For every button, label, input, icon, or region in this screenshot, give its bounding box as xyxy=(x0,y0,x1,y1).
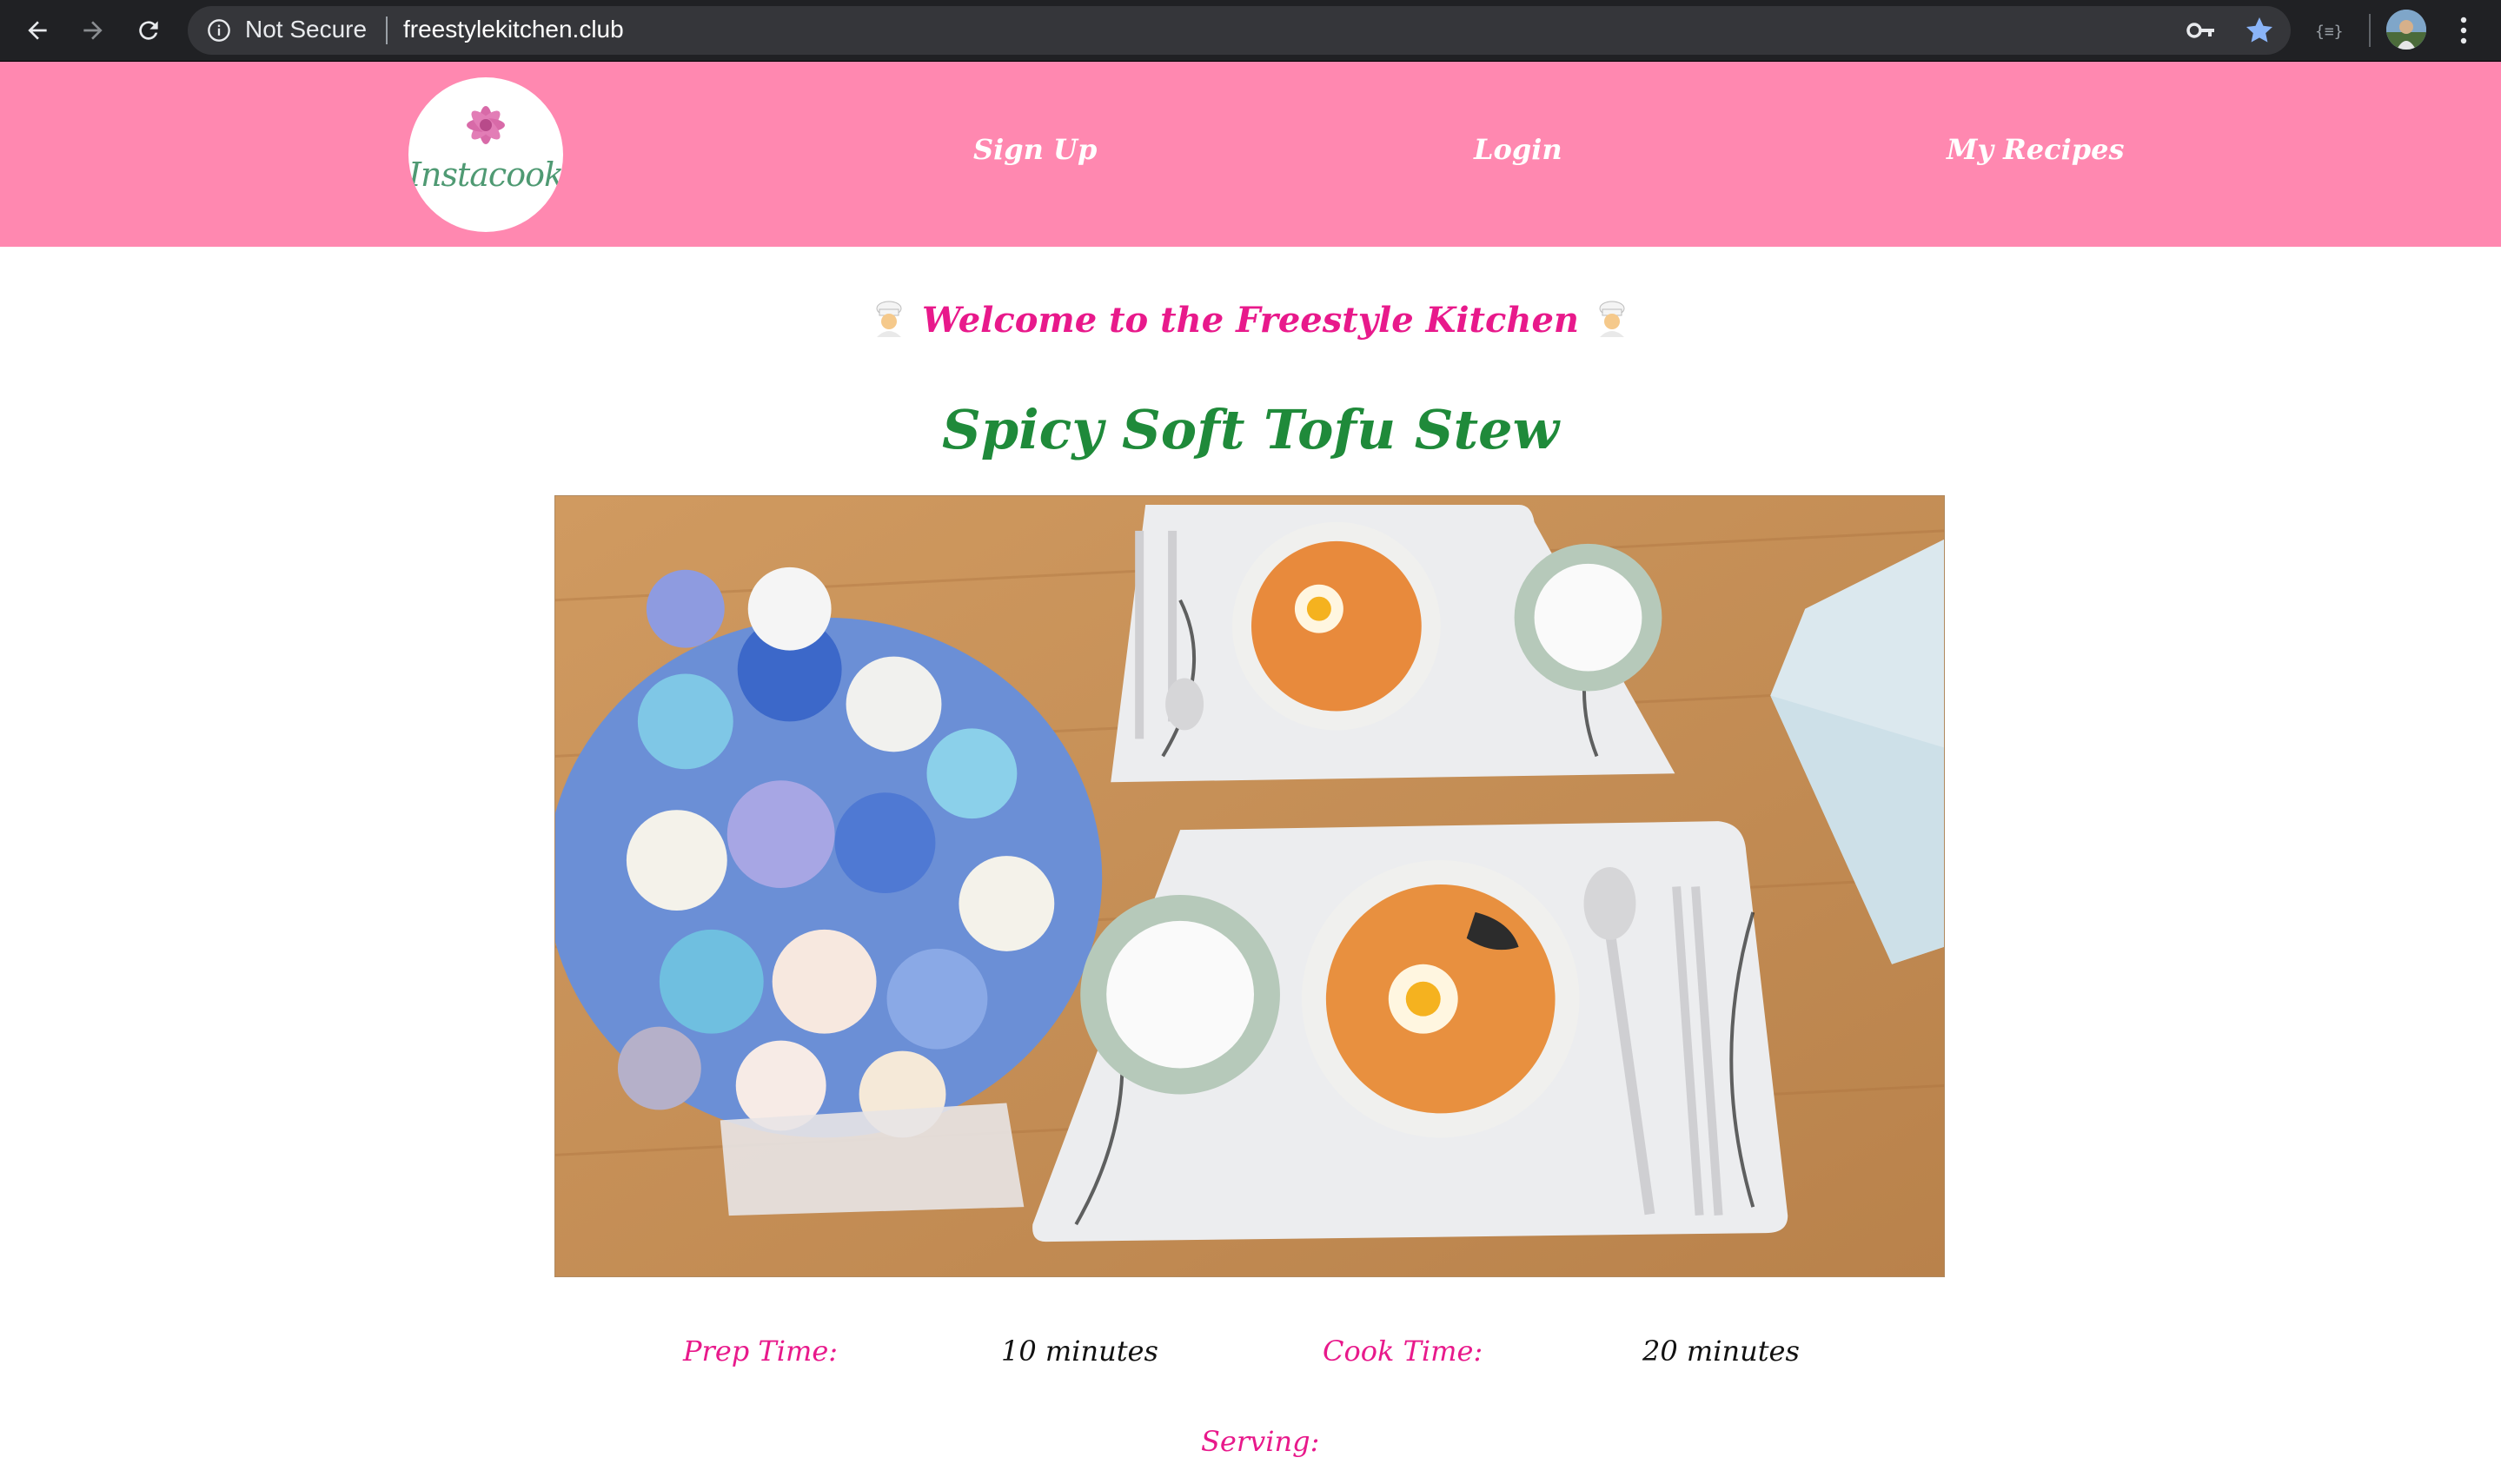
info-icon[interactable] xyxy=(207,18,231,43)
site-logo[interactable]: Instacook xyxy=(408,77,563,232)
reload-icon xyxy=(139,21,158,40)
url-text[interactable]: freestylekitchen.club xyxy=(403,16,624,43)
reload-button[interactable] xyxy=(129,10,169,50)
recipe-title: Spicy Soft Tofu Stew xyxy=(941,398,1559,461)
extension-icon[interactable]: {≡} xyxy=(2313,16,2348,45)
recipe-photo xyxy=(554,495,1945,1277)
forward-arrow-icon xyxy=(83,21,103,40)
security-status[interactable]: Not Secure xyxy=(245,16,367,43)
chef-icon xyxy=(1599,301,1625,337)
forward-button[interactable] xyxy=(73,10,113,50)
serving-label: Serving: xyxy=(1201,1425,1320,1458)
address-bar[interactable]: Not Secure freestylekitchen.club xyxy=(188,6,2291,55)
cook-time-label: Cook Time: xyxy=(1323,1335,1483,1368)
back-arrow-icon xyxy=(28,21,47,40)
nav-login[interactable]: Login xyxy=(1474,133,1562,166)
logo-text: Instacook xyxy=(408,156,563,194)
nav-sign-up[interactable]: Sign Up xyxy=(973,133,1097,166)
toolbar-divider xyxy=(2369,14,2371,47)
cook-time-value: 20 minutes xyxy=(1642,1335,1800,1368)
prep-time-value: 10 minutes xyxy=(1001,1335,1158,1368)
back-button[interactable] xyxy=(17,10,57,50)
key-icon[interactable] xyxy=(2186,18,2216,43)
svg-text:{≡}: {≡} xyxy=(2315,23,2344,41)
chef-icon xyxy=(876,301,902,337)
more-vert-icon[interactable] xyxy=(2451,12,2477,49)
prep-time-label: Prep Time: xyxy=(683,1335,839,1368)
profile-avatar[interactable] xyxy=(2386,10,2426,50)
bookmark-star-icon[interactable] xyxy=(2244,15,2275,46)
browser-toolbar: Not Secure freestylekitchen.club {≡} xyxy=(0,0,2501,62)
nav-my-recipes[interactable]: My Recipes xyxy=(1947,133,2125,166)
welcome-heading: Welcome to the Freestyle Kitchen xyxy=(0,300,2501,341)
welcome-text: Welcome to the Freestyle Kitchen xyxy=(922,300,1579,341)
site-header: Instacook Sign Up Login My Recipes xyxy=(0,62,2501,247)
lotus-flower-icon xyxy=(467,106,505,144)
address-separator xyxy=(386,17,388,44)
